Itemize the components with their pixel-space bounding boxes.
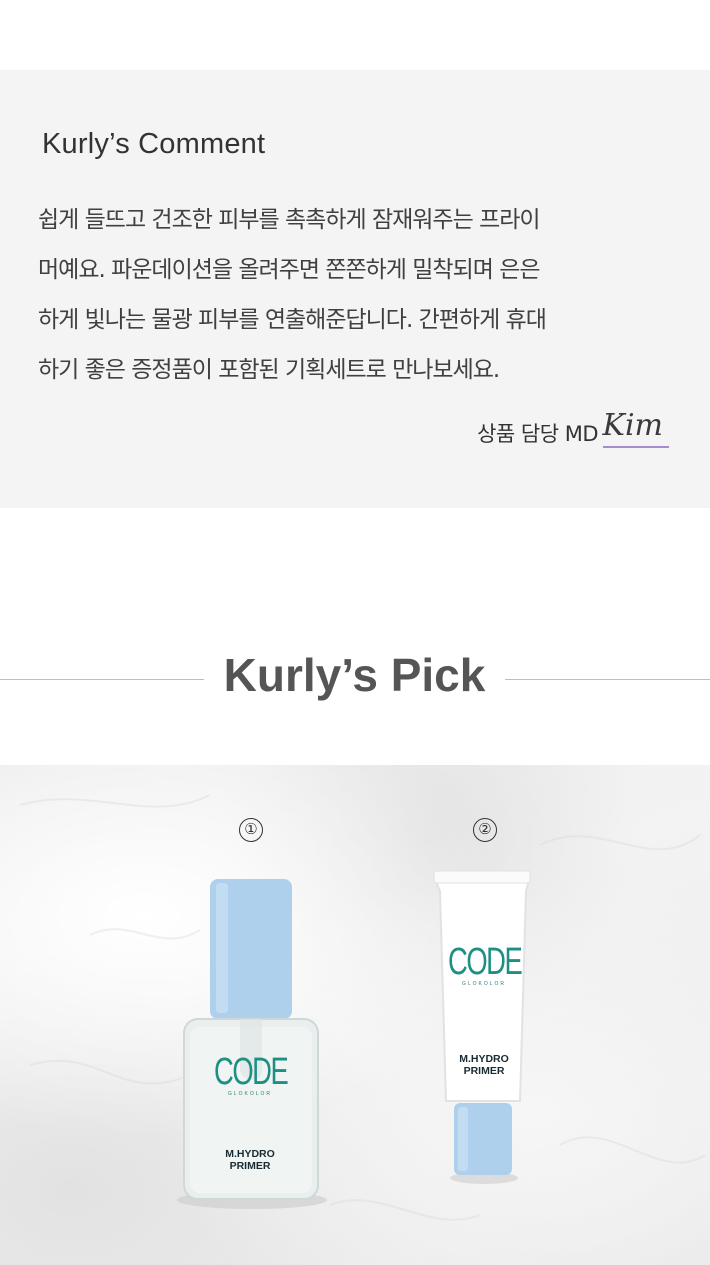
signature-underline (603, 446, 669, 448)
tube-name-line-1: M.HYDRO (459, 1053, 509, 1065)
bottle-product-name: M.HYDRO PRIMER (200, 1148, 300, 1172)
signature-label: 상품 담당 MD (477, 422, 598, 446)
product-photo: ① ② CODE GLOKOLOR M.HYDRO PRIMER CODE GL… (0, 765, 710, 1265)
comment-title: Kurly’s Comment (42, 128, 266, 160)
tube-name-line-2: PRIMER (463, 1065, 505, 1077)
divider-left (0, 679, 204, 680)
comment-line: 쉽게 들뜨고 건조한 피부를 촉촉하게 잠재워주는 프라이 (38, 207, 541, 233)
kurlys-pick-title: Kurly’s Pick (223, 649, 486, 701)
comment-line: 하게 빛나는 물광 피부를 연출해준답니다. 간편하게 휴대 (38, 307, 547, 333)
tube-product-name: M.HYDRO PRIMER (434, 1053, 534, 1077)
comment-body: 쉽게 들뜨고 건조한 피부를 촉촉하게 잠재워주는 프라이 머예요. 파운데이션… (38, 195, 683, 395)
divider-right (505, 679, 710, 680)
comment-line: 머예요. 파운데이션을 올려주면 쫀쫀하게 밀착되며 은은 (38, 257, 541, 283)
product-number-2: ② (473, 818, 497, 842)
bottle-brand: CODE GLOKOLOR (200, 1053, 300, 1097)
product-illustration (19, 794, 706, 1221)
tube-brand: CODE GLOKOLOR (434, 943, 534, 987)
tube-brand-name: CODE (448, 941, 523, 983)
signature-name: Kim (602, 408, 663, 443)
comment-line: 하기 좋은 증정품이 포함된 기획세트로 만나보세요. (38, 357, 500, 383)
bottle-name-line-1: M.HYDRO (225, 1148, 275, 1160)
bottle-name-line-2: PRIMER (229, 1160, 271, 1172)
bottle-brand-name: CODE (214, 1051, 289, 1093)
product-number-1: ① (239, 818, 263, 842)
